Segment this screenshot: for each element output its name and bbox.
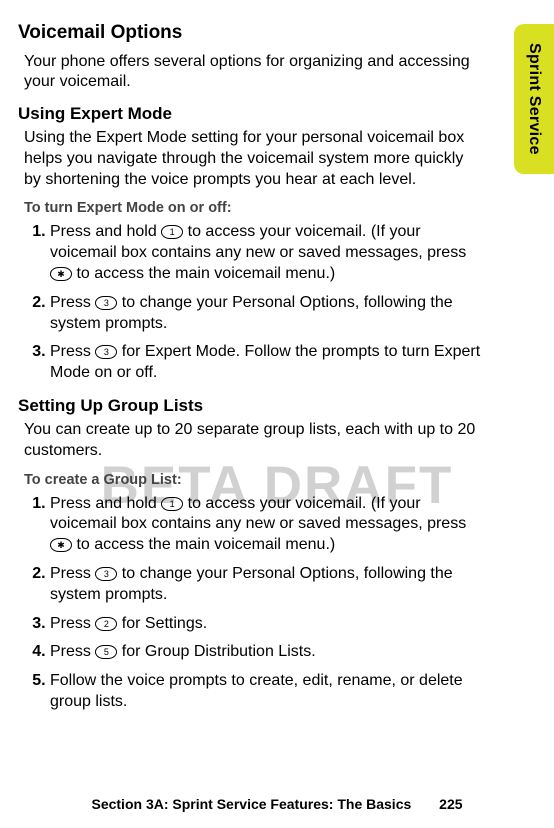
groups-steps: Press and hold 1 to access your voicemai… bbox=[24, 494, 484, 713]
footer-section: Section 3A: Sprint Service Features: The… bbox=[91, 796, 411, 812]
key-3-icon: 3 bbox=[95, 296, 117, 310]
footer-page-number: 225 bbox=[439, 796, 462, 812]
groups-heading: Setting Up Group Lists bbox=[18, 396, 514, 416]
lead-paragraph: Your phone offers several options for or… bbox=[18, 52, 514, 92]
key-2-icon: 2 bbox=[95, 617, 117, 631]
key-1-icon: 1 bbox=[161, 497, 183, 511]
key-5-icon: 5 bbox=[95, 645, 117, 659]
list-item: Press 3 for Expert Mode. Follow the prom… bbox=[50, 342, 484, 384]
key-star-icon: ✱ bbox=[50, 267, 72, 281]
expert-instr-head: To turn Expert Mode on or off: bbox=[24, 200, 514, 216]
page-content: Voicemail Options Your phone offers seve… bbox=[0, 0, 554, 735]
groups-instr-head: To create a Group List: bbox=[24, 472, 514, 488]
key-1-icon: 1 bbox=[161, 225, 183, 239]
list-item: Press 3 to change your Personal Options,… bbox=[50, 293, 484, 335]
list-item: Press 2 for Settings. bbox=[50, 614, 484, 635]
key-3-icon: 3 bbox=[95, 345, 117, 359]
list-item: Press 3 to change your Personal Options,… bbox=[50, 564, 484, 606]
expert-body: Using the Expert Mode setting for your p… bbox=[18, 128, 514, 190]
page-title: Voicemail Options bbox=[18, 22, 514, 44]
list-item: Press and hold 1 to access your voicemai… bbox=[50, 222, 484, 284]
list-item: Press and hold 1 to access your voicemai… bbox=[50, 494, 484, 556]
page-footer: Section 3A: Sprint Service Features: The… bbox=[0, 796, 554, 812]
list-item: Follow the voice prompts to create, edit… bbox=[50, 671, 484, 713]
key-star-icon: ✱ bbox=[50, 538, 72, 552]
expert-heading: Using Expert Mode bbox=[18, 104, 514, 124]
key-3-icon: 3 bbox=[95, 567, 117, 581]
groups-body: You can create up to 20 separate group l… bbox=[18, 420, 514, 462]
list-item: Press 5 for Group Distribution Lists. bbox=[50, 642, 484, 663]
expert-steps: Press and hold 1 to access your voicemai… bbox=[24, 222, 484, 384]
